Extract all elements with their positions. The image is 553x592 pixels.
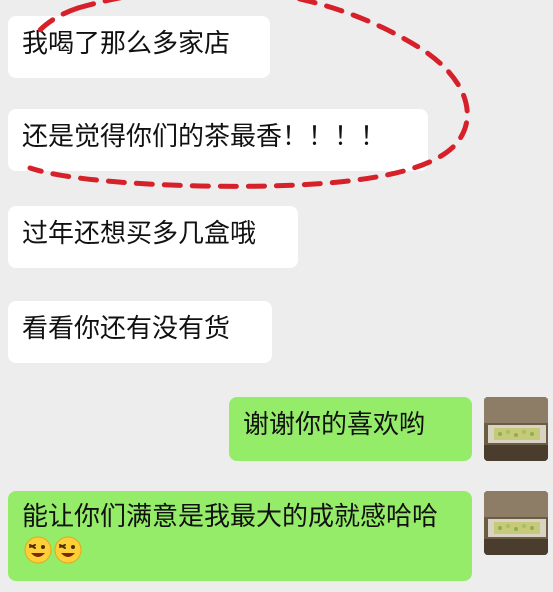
message-bubble-outgoing[interactable]: 能让你们满意是我最大的成就感哈哈: [8, 491, 472, 581]
message-bubble-outgoing[interactable]: 谢谢你的喜欢哟: [229, 397, 472, 461]
tea-leaves-avatar-icon[interactable]: [484, 491, 548, 555]
message-bubble-incoming[interactable]: 还是觉得你们的茶最香！！！！: [8, 109, 428, 171]
message-text: 谢谢你的喜欢哟: [243, 410, 426, 440]
message-text: 能让你们满意是我最大的成就感哈哈: [22, 502, 439, 532]
message-text: 看看你还有没有货: [22, 314, 231, 344]
grinning-face-icon: [54, 536, 82, 564]
message-text: 还是觉得你们的茶最香！！！！: [22, 122, 387, 152]
grinning-face-icon: [24, 536, 52, 564]
message-bubble-incoming[interactable]: 我喝了那么多家店: [8, 16, 270, 78]
message-text: 过年还想买多几盒哦: [22, 219, 257, 249]
message-bubble-incoming[interactable]: 看看你还有没有货: [8, 301, 272, 363]
message-text: 我喝了那么多家店: [22, 29, 231, 59]
chat-conversation: 我喝了那么多家店 还是觉得你们的茶最香！！！！ 过年还想买多几盒哦 看看你还有没…: [0, 0, 553, 592]
tea-leaves-avatar-icon[interactable]: [484, 397, 548, 461]
message-bubble-incoming[interactable]: 过年还想买多几盒哦: [8, 206, 298, 268]
